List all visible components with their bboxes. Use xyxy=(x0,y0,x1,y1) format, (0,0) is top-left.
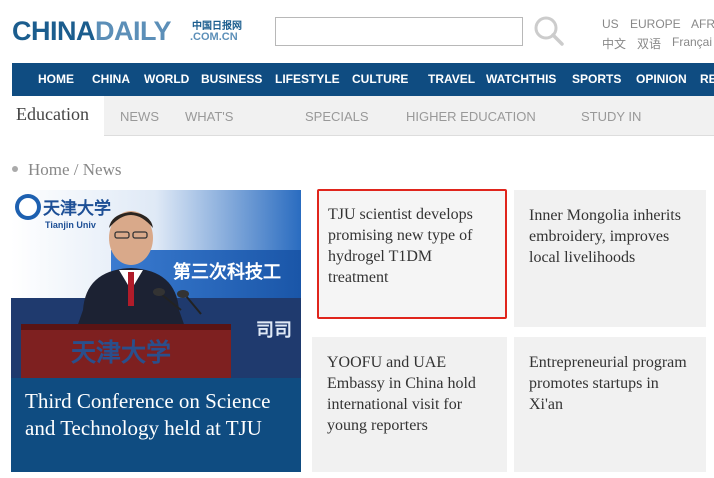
lang-us-link[interactable]: US xyxy=(602,17,619,31)
lang-chinese-link[interactable]: 中文 xyxy=(602,35,626,52)
subnav-news[interactable]: NEWS xyxy=(120,109,159,124)
lang-europe-link[interactable]: EUROPE xyxy=(630,17,681,31)
nav-world[interactable]: WORLD xyxy=(144,72,189,86)
logo-wordmark: CHINADAILY xyxy=(12,16,172,47)
story-card-entrepreneurial[interactable]: Entrepreneurial program promotes startup… xyxy=(514,337,706,472)
nav-business[interactable]: BUSINESS xyxy=(201,72,262,86)
lang-french-link[interactable]: Françai xyxy=(672,35,712,49)
breadcrumb-text[interactable]: Home / News xyxy=(28,160,121,179)
university-logo-en: Tianjin Univ xyxy=(45,220,96,230)
nav-watchthis[interactable]: WATCHTHIS xyxy=(486,72,556,86)
chinadaily-logo[interactable]: CHINADAILY 中国日报网 .COM.CN xyxy=(12,14,248,50)
nav-travel[interactable]: TRAVEL xyxy=(428,72,475,86)
logo-domain-text: .COM.CN xyxy=(190,31,238,43)
bullet-icon xyxy=(12,166,18,173)
search-input[interactable] xyxy=(275,17,523,46)
hero-caption[interactable]: Third Conference on Science and Technolo… xyxy=(11,378,301,472)
nav-opinion[interactable]: OPINION xyxy=(636,72,687,86)
breadcrumb: Home / News xyxy=(12,160,121,180)
banner-text: 第三次科技工 xyxy=(173,261,281,283)
hero-photo: 天津大学 Tianjin Univ 第三次科技工 司司 天津大学 xyxy=(11,190,301,378)
nav-more[interactable]: RE xyxy=(700,72,714,86)
main-nav: HOME CHINA WORLD BUSINESS LIFESTYLE CULT… xyxy=(12,63,714,96)
section-subnav: Education NEWS WHAT'S SPECIALS HIGHER ED… xyxy=(12,96,714,136)
university-logo-cn: 天津大学 xyxy=(43,198,111,219)
logo-accent-text: DAILY xyxy=(95,16,172,46)
hero-story[interactable]: 天津大学 Tianjin Univ 第三次科技工 司司 天津大学 Third C… xyxy=(11,190,301,472)
nav-sports[interactable]: SPORTS xyxy=(572,72,621,86)
subnav-study-in[interactable]: STUDY IN xyxy=(581,109,641,124)
logo-chinese-text: 中国日报网 xyxy=(192,21,242,32)
lang-bilingual-link[interactable]: 双语 xyxy=(637,35,661,52)
banner-text-2: 司司 xyxy=(256,320,292,341)
subnav-whats[interactable]: WHAT'S xyxy=(185,109,233,124)
subnav-higher-education[interactable]: HIGHER EDUCATION xyxy=(406,109,536,124)
lang-africa-link[interactable]: AFR xyxy=(691,17,714,31)
nav-culture[interactable]: CULTURE xyxy=(352,72,408,86)
story-card-embroidery[interactable]: Inner Mongolia inherits embroidery, impr… xyxy=(514,190,706,327)
nav-lifestyle[interactable]: LIFESTYLE xyxy=(275,72,340,86)
podium-text: 天津大学 xyxy=(71,338,171,367)
nav-china[interactable]: CHINA xyxy=(92,72,130,86)
section-title[interactable]: Education xyxy=(12,96,104,136)
search-icon[interactable] xyxy=(533,15,565,47)
nav-home[interactable]: HOME xyxy=(38,72,74,86)
story-card-hydrogel[interactable]: TJU scientist develops promising new typ… xyxy=(317,189,507,319)
story-card-yoofu[interactable]: YOOFU and UAE Embassy in China hold inte… xyxy=(312,337,507,472)
logo-main-text: CHINA xyxy=(12,16,96,46)
subnav-specials[interactable]: SPECIALS xyxy=(305,109,369,124)
